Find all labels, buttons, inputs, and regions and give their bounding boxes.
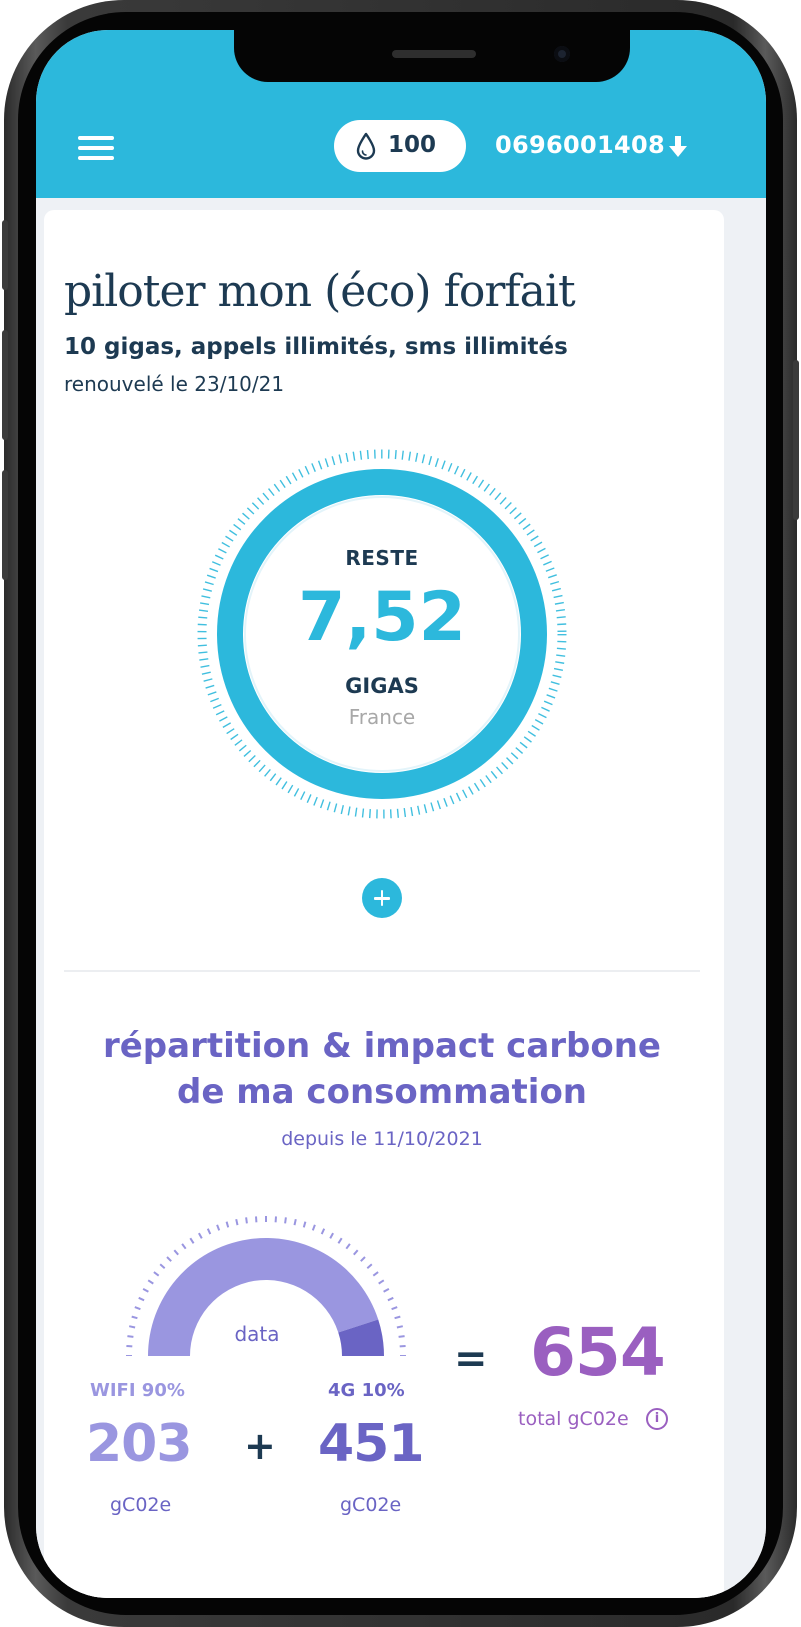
equals-sign: = (454, 1336, 488, 1382)
zone-label: France (348, 705, 416, 729)
4g-co2-unit: gC02e (340, 1494, 402, 1516)
info-icon[interactable]: i (646, 1408, 668, 1430)
plus-sign: + (244, 1424, 276, 1468)
remaining-data-value: 7,52 (298, 578, 466, 657)
phone-notch (234, 30, 630, 82)
wifi-co2-unit: gC02e (110, 1494, 172, 1516)
4g-co2-value: 451 (318, 1414, 425, 1474)
page-title: piloter mon (éco) forfait (64, 266, 576, 317)
wifi-co2-value: 203 (86, 1414, 193, 1474)
content-layer: piloter mon (éco) forfait 10 gigas, appe… (36, 30, 766, 1598)
plan-description: 10 gigas, appels illimités, sms illimité… (64, 334, 568, 360)
renewal-date: renouvelé le 23/10/21 (64, 372, 285, 396)
total-co2-value: 654 (530, 1314, 666, 1391)
total-co2-label: total gC02e (518, 1408, 629, 1430)
carbon-section-title-line2: de ma consommation (176, 1072, 588, 1112)
section-divider (64, 970, 700, 972)
carbon-section-title-line1: répartition & impact carbone (102, 1026, 661, 1066)
gauge-label: RESTE (345, 546, 419, 570)
chart-center-label: data (234, 1322, 280, 1346)
add-data-button[interactable] (362, 878, 402, 918)
remaining-data-unit: GIGAS (345, 674, 419, 698)
wifi-share-label: WIFI 90% (90, 1380, 185, 1401)
since-date: depuis le 11/10/2021 (281, 1128, 483, 1150)
4g-share-label: 4G 10% (328, 1380, 405, 1401)
